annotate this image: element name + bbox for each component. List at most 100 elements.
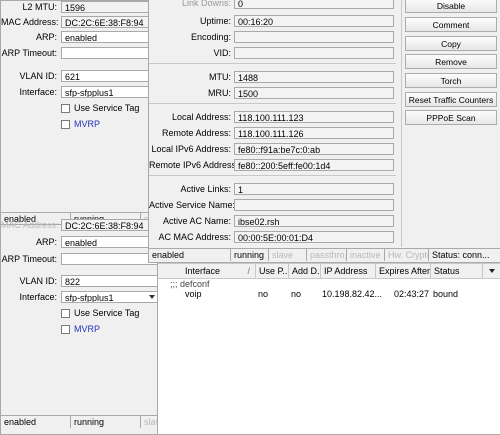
uptime-label: Uptime: <box>199 16 231 26</box>
disable-button[interactable]: Disable <box>405 0 497 13</box>
active-ac-name-label: Active AC Name: <box>162 216 231 226</box>
mac-address-field: DC:2C:6E:38:F8:94 <box>61 219 158 231</box>
arp-timeout-label: ARP Timeout: <box>1 254 57 264</box>
encoding-field <box>234 31 394 43</box>
mvrp-checkbox[interactable] <box>61 120 70 129</box>
local-address-label: Local Address: <box>171 112 231 122</box>
row-status: bound <box>433 289 459 299</box>
mac-address-field: DC:2C:6E:38:F8:94 <box>61 16 158 28</box>
vlan-window-top: L2 MTU: 1596 MAC Address: DC:2C:6E:38:F8… <box>0 0 159 227</box>
status-passthrough: passthro... <box>307 249 347 261</box>
interface-label: Interface: <box>19 87 57 97</box>
active-service-name-label: Active Service Name: <box>149 200 236 210</box>
ac-mac-address-field: 00:00:5E:00:01:D4 <box>234 231 394 243</box>
mac-address-label: MAC Address: <box>1 17 59 27</box>
vlan-window-bottom: MAC Address: DC:2C:6E:38:F8:94 ARP: enab… <box>0 219 159 435</box>
active-service-name-field <box>234 199 394 211</box>
remote-address-field: 118.100.111.126 <box>234 127 394 139</box>
table-row[interactable]: voip no no 10.198.82.42... 02:43:27 boun… <box>158 289 500 300</box>
mac-address-label: MAC Address: <box>1 220 59 230</box>
mtu-label: MTU: <box>209 72 231 82</box>
vlan-id-field[interactable]: 822 <box>61 275 158 287</box>
interface-select[interactable]: sfp-sfpplus1 <box>61 86 158 98</box>
torch-button[interactable]: Torch <box>405 73 497 88</box>
l2mtu-label: L2 MTU: <box>22 2 57 12</box>
interface-select[interactable]: sfp-sfpplus1 <box>61 291 158 303</box>
row-add-default: no <box>291 289 302 299</box>
column-header-status[interactable]: Status <box>431 264 483 278</box>
arp-label: ARP: <box>35 237 57 247</box>
group-comment: ;;; defconf <box>170 279 210 289</box>
row-expires-after: 02:43:27 <box>393 289 429 299</box>
row-use-peer: no <box>258 289 269 299</box>
comment-button[interactable]: Comment <box>405 17 497 32</box>
arp-label: ARP: <box>35 32 57 42</box>
l2mtu-field: 1596 <box>61 1 158 13</box>
ac-mac-address-label: AC MAC Address: <box>158 232 231 242</box>
section-divider <box>149 63 396 64</box>
mru-label: MRU: <box>208 88 231 98</box>
status-slave: slave <box>269 249 307 261</box>
status-hw-crypto: Hw. Crypto <box>385 249 429 261</box>
local-address-field: 118.100.111.123 <box>234 111 394 123</box>
status-running: running <box>231 249 269 261</box>
interface-label: Interface: <box>19 292 57 302</box>
use-service-tag-label: Use Service Tag <box>74 308 140 318</box>
window-divider <box>401 0 402 247</box>
status-bar-pppoe: enabled running slave passthro... inacti… <box>149 248 500 261</box>
remote-ipv6-label: Remote IPv6 Address: <box>149 160 239 170</box>
link-downs-field: 0 <box>234 0 394 9</box>
arp-timeout-label: ARP Timeout: <box>1 48 57 58</box>
local-ipv6-label: Local IPv6 Address: <box>151 144 231 154</box>
arp-select[interactable]: enabled <box>61 31 158 43</box>
arp-select[interactable]: enabled <box>61 236 158 248</box>
column-header-interface[interactable]: Interface / <box>182 264 256 278</box>
uptime-field: 00:16:20 <box>234 15 394 27</box>
status-bar-bottom: enabled running slave <box>1 415 158 428</box>
remote-ipv6-field: fe80::200:5eff:fe00:1d4 <box>234 159 394 171</box>
active-ac-name-field: ibse02.rsh <box>234 215 394 227</box>
dhcp-client-window: Interface/ Use P... Add D... IP Address … <box>157 255 500 435</box>
pppoe-scan-button[interactable]: PPPoE Scan <box>405 110 497 125</box>
status-enabled: enabled <box>1 416 71 428</box>
vlan-id-label: VLAN ID: <box>19 71 57 81</box>
status-slave: slave <box>144 417 158 427</box>
vid-field <box>234 47 394 59</box>
column-header-add-default[interactable]: Add D... <box>289 264 321 278</box>
vid-label: VID: <box>213 48 231 58</box>
column-menu-chevron-down-icon[interactable] <box>489 269 495 273</box>
mru-field: 1500 <box>234 87 394 99</box>
arp-timeout-field[interactable] <box>61 47 158 59</box>
section-divider <box>149 175 396 176</box>
link-downs-label: Link Downs: <box>181 0 231 8</box>
status-running: running <box>71 416 141 428</box>
arp-timeout-field[interactable] <box>61 253 158 265</box>
encoding-label: Encoding: <box>190 32 231 42</box>
column-header-expires-after[interactable]: Expires After <box>376 264 431 278</box>
remote-address-label: Remote Address: <box>161 128 231 138</box>
row-ip-address: 10.198.82.42... <box>322 289 383 299</box>
use-service-tag-checkbox[interactable] <box>61 309 70 318</box>
remove-button[interactable]: Remove <box>405 54 497 69</box>
status-enabled: enabled <box>149 249 231 261</box>
table-header: Interface/ Use P... Add D... IP Address … <box>158 263 500 279</box>
section-divider <box>149 103 396 104</box>
mvrp-checkbox[interactable] <box>61 325 70 334</box>
reset-traffic-counters-button[interactable]: Reset Traffic Counters <box>405 92 497 107</box>
mtu-field: 1488 <box>234 71 394 83</box>
copy-button[interactable]: Copy <box>405 36 497 51</box>
mvrp-label: MVRP <box>74 324 101 334</box>
status-inactive: inactive <box>347 249 385 261</box>
column-header-ip-address[interactable]: IP Address <box>321 264 376 278</box>
row-interface: voip <box>185 289 202 299</box>
use-service-tag-label: Use Service Tag <box>74 103 140 113</box>
mvrp-label: MVRP <box>74 119 101 129</box>
active-links-field: 1 <box>234 183 394 195</box>
use-service-tag-checkbox[interactable] <box>61 104 70 113</box>
local-ipv6-field: fe80::f91a:be7c:0:ab <box>234 143 394 155</box>
active-links-label: Active Links: <box>180 184 231 194</box>
column-header-use-peer[interactable]: Use P... <box>256 264 289 278</box>
vlan-id-field[interactable]: 621 <box>61 70 158 82</box>
vlan-id-label: VLAN ID: <box>19 276 57 286</box>
status-connection: Status: conn... <box>432 250 490 260</box>
